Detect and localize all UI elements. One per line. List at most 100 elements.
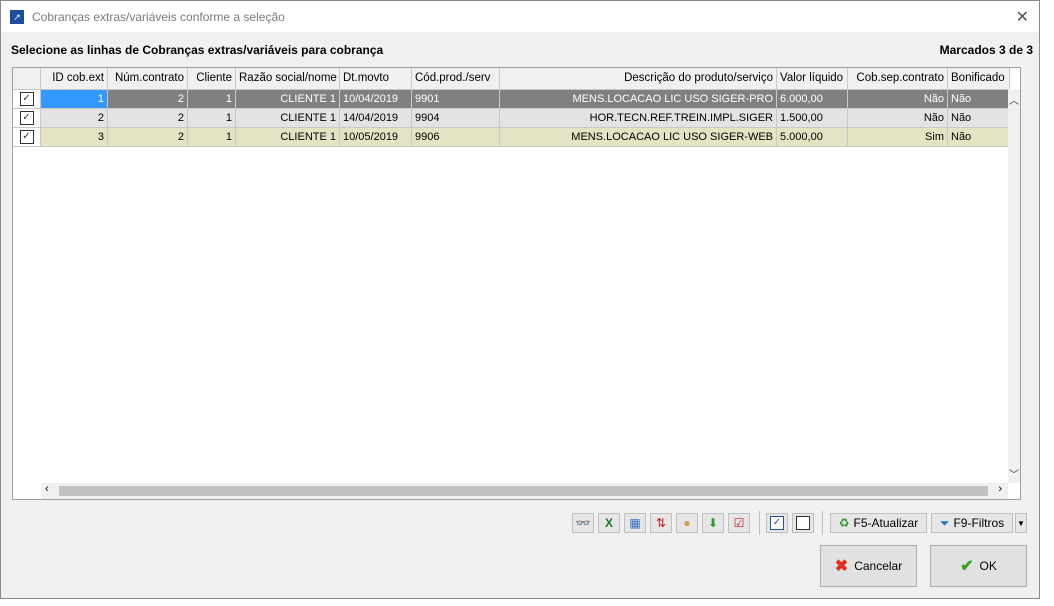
table-cell[interactable]: Não <box>948 109 1010 128</box>
table-cell[interactable]: 3 <box>41 128 108 147</box>
table-cell[interactable]: 5.000,00 <box>777 128 848 147</box>
excel-icon: X <box>604 516 613 530</box>
grid-layout-icon: ▦ <box>629 516 641 530</box>
header-corner <box>13 68 41 90</box>
table-cell[interactable]: Não <box>848 90 948 109</box>
ok-label: OK <box>979 559 997 573</box>
export-excel-button[interactable]: X <box>598 513 620 533</box>
column-header[interactable]: Bonificado <box>948 68 1010 90</box>
deselect-all-button[interactable] <box>792 513 814 533</box>
empty-box-icon <box>796 516 810 530</box>
checkbox-icon[interactable]: ✓ <box>19 130 34 145</box>
scroll-left-icon[interactable]: ‹ <box>45 483 49 495</box>
toolbar-separator <box>822 511 823 535</box>
table-cell[interactable]: 6.000,00 <box>777 90 848 109</box>
table-cell[interactable]: HOR.TECN.REF.TREIN.IMPL.SIGER <box>500 109 777 128</box>
table-cell[interactable]: MENS.LOCACAO LIC USO SIGER-WEB <box>500 128 777 147</box>
column-header[interactable]: Valor líquido <box>777 68 848 90</box>
sort-icon: ⇅ <box>655 516 667 530</box>
close-icon[interactable]: ✕ <box>1016 7 1029 27</box>
column-header[interactable]: Núm.contrato <box>108 68 188 90</box>
table-cell[interactable]: CLIENTE 1 <box>236 90 340 109</box>
table-cell[interactable]: Não <box>948 90 1010 109</box>
checkbox-icon[interactable]: ✓ <box>19 111 34 126</box>
dialog-window: ↗ Cobranças extras/variáveis conforme a … <box>0 0 1040 599</box>
column-header[interactable]: Descrição do produto/serviço <box>500 68 777 90</box>
table-cell[interactable]: CLIENTE 1 <box>236 109 340 128</box>
chevron-down-icon: ▼ <box>1017 518 1025 528</box>
table-cell[interactable]: 1 <box>41 90 108 109</box>
cancel-label: Cancelar <box>854 559 903 573</box>
table-cell[interactable]: 2 <box>108 128 188 147</box>
filters-label: F9-Filtros <box>953 516 1005 530</box>
find-button[interactable]: 👓 <box>572 513 594 533</box>
scroll-down-icon[interactable]: ﹀ <box>1008 466 1020 481</box>
window-title: Cobranças extras/variáveis conforme a se… <box>32 9 285 24</box>
palette-icon: ● <box>683 516 691 530</box>
table-cell[interactable]: 9901 <box>412 90 500 109</box>
scroll-up-icon[interactable]: ︿ <box>1008 92 1020 107</box>
filters-dropdown[interactable]: ▼ <box>1015 513 1027 533</box>
sort-button[interactable]: ⇅ <box>650 513 672 533</box>
table-row[interactable]: ✓ 3 2 1 CLIENTE 1 10/05/2019 9906 MENS.LOCACAO … <box>13 128 1010 147</box>
column-header[interactable]: Cód.prod./serv <box>412 68 500 90</box>
table-cell[interactable]: 1 <box>188 109 236 128</box>
table-cell[interactable]: 9906 <box>412 128 500 147</box>
grid-header: ID cob.ext Núm.contrato Cliente Razão socia… <box>13 68 1010 90</box>
column-header[interactable]: Cob.sep.contrato <box>848 68 948 90</box>
table-cell[interactable]: 10/04/2019 <box>340 90 412 109</box>
print-button[interactable]: ⬇ <box>702 513 724 533</box>
data-grid[interactable]: ID cob.ext Núm.contrato Cliente Razão socia… <box>12 67 1021 500</box>
refresh-icon: ♻ <box>838 516 850 530</box>
table-cell[interactable]: 10/05/2019 <box>340 128 412 147</box>
table-cell[interactable]: MENS.LOCACAO LIC USO SIGER-PRO <box>500 90 777 109</box>
checkmark-icon: ✔ <box>960 558 974 575</box>
checklist-button[interactable]: ☑ <box>728 513 750 533</box>
table-cell[interactable]: Não <box>848 109 948 128</box>
select-all-button[interactable]: ✓ <box>766 513 788 533</box>
instructions-label: Selecione as linhas de Cobranças extras/… <box>11 43 384 57</box>
layout-button[interactable]: ▦ <box>624 513 646 533</box>
column-header[interactable]: ID cob.ext <box>41 68 108 90</box>
scrollbar-thumb[interactable] <box>59 486 988 496</box>
column-header[interactable]: Dt.movto <box>340 68 412 90</box>
app-icon: ↗ <box>10 9 24 24</box>
table-cell[interactable]: 1 <box>188 128 236 147</box>
row-checkbox[interactable]: ✓ <box>13 128 41 147</box>
binoculars-icon: 👓 <box>575 516 591 530</box>
x-icon: ✖ <box>834 558 849 575</box>
table-cell[interactable]: Sim <box>848 128 948 147</box>
refresh-label: F5-Atualizar <box>853 516 919 530</box>
table-row[interactable]: ✓ 2 2 1 CLIENTE 1 14/04/2019 9904 HOR.TECN.REF.… <box>13 109 1010 128</box>
cancel-button[interactable]: ✖ Cancelar <box>820 545 917 587</box>
table-cell[interactable]: CLIENTE 1 <box>236 128 340 147</box>
printer-icon: ⬇ <box>707 516 719 530</box>
checklist-icon: ☑ <box>733 516 745 530</box>
vertical-scrollbar[interactable]: ︿ ﹀ <box>1008 89 1020 483</box>
toolbar-separator <box>759 511 760 535</box>
table-cell[interactable]: 9904 <box>412 109 500 128</box>
table-cell[interactable]: 1 <box>188 90 236 109</box>
table-cell[interactable]: 2 <box>108 109 188 128</box>
table-cell[interactable]: 14/04/2019 <box>340 109 412 128</box>
horizontal-scrollbar[interactable]: ‹ › <box>41 483 1008 499</box>
filters-button[interactable]: ⏷ F9-Filtros <box>931 513 1013 533</box>
table-cell[interactable]: Não <box>948 128 1010 147</box>
funnel-icon: ⏷ <box>939 515 950 530</box>
table-row[interactable]: ✓ 1 2 1 CLIENTE 1 10/04/2019 9901 MENS.LOCACAO … <box>13 90 1010 109</box>
checked-box-icon: ✓ <box>770 516 784 530</box>
table-cell[interactable]: 2 <box>108 90 188 109</box>
ok-button[interactable]: ✔ OK <box>930 545 1027 587</box>
row-checkbox[interactable]: ✓ <box>13 90 41 109</box>
column-header[interactable]: Razão social/nome <box>236 68 340 90</box>
checkbox-icon[interactable]: ✓ <box>19 92 34 107</box>
table-cell[interactable]: 2 <box>41 109 108 128</box>
refresh-button[interactable]: ♻ F5-Atualizar <box>830 513 927 533</box>
marked-count: Marcados 3 de 3 <box>939 43 1033 57</box>
table-cell[interactable]: 1.500,00 <box>777 109 848 128</box>
scroll-right-icon[interactable]: › <box>998 483 1002 495</box>
column-header[interactable]: Cliente <box>188 68 236 90</box>
title-bar: ↗ Cobranças extras/variáveis conforme a … <box>1 1 1039 32</box>
colors-button[interactable]: ● <box>676 513 698 533</box>
row-checkbox[interactable]: ✓ <box>13 109 41 128</box>
